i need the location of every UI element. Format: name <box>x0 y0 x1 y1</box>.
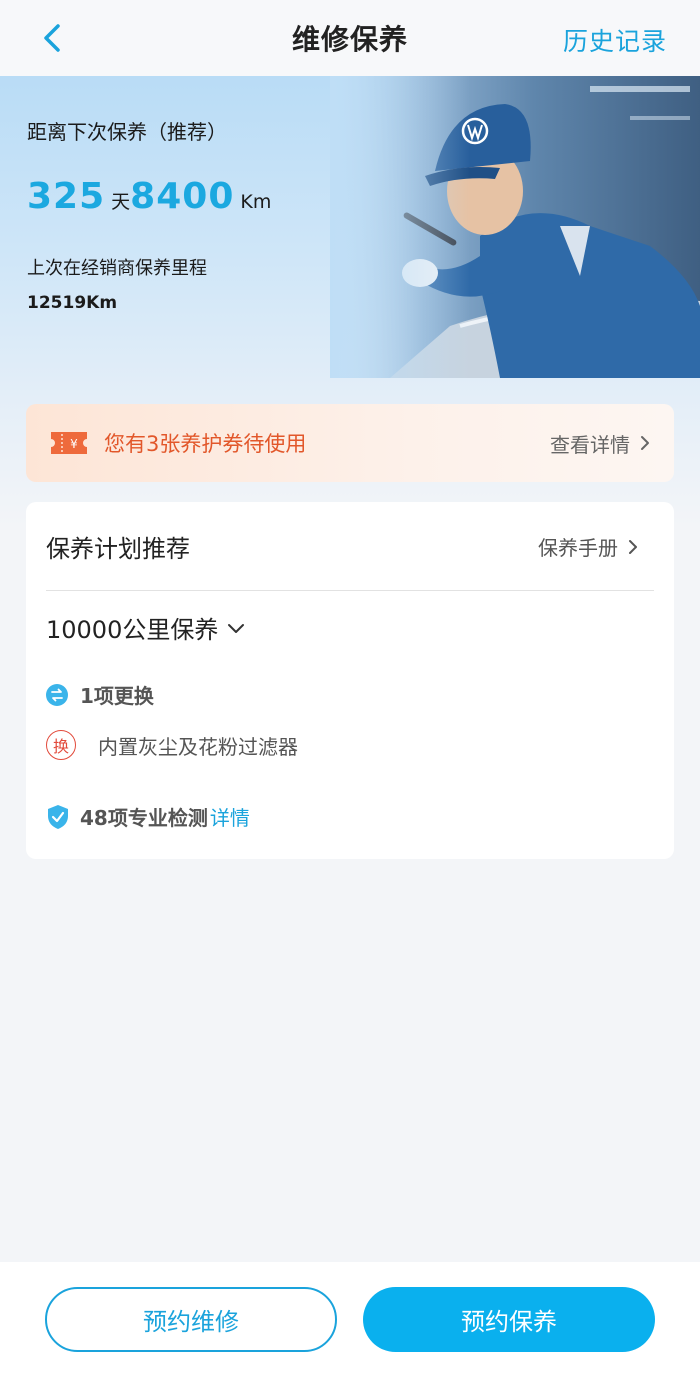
replace-summary: 1项更换 <box>46 680 154 709</box>
km-remaining: 8400 <box>130 176 235 217</box>
coupon-text: 您有3张养护券待使用 <box>104 432 307 456</box>
last-mileage-value: 12519Km <box>27 293 118 313</box>
inspection-details-link[interactable]: 详情 <box>210 802 250 831</box>
inspection-summary-label: 48项专业检测 <box>80 806 208 830</box>
swap-icon <box>46 683 68 706</box>
technician-photo <box>330 76 700 378</box>
page-title: 维修保养 <box>291 23 408 56</box>
days-unit: 天 <box>111 191 131 213</box>
maintenance-plan-card: 保养计划推荐 保养手册 10000公里保养 1项更换 换 内置灰尘及花粉过滤器 … <box>26 502 674 859</box>
book-repair-button[interactable]: 预约维修 <box>45 1287 337 1352</box>
history-records-link[interactable]: 历史记录 <box>563 22 667 58</box>
replace-item: 换 内置灰尘及花粉过滤器 <box>46 730 298 760</box>
chevron-right-icon <box>629 539 637 554</box>
coupon-details-link[interactable]: 查看详情 <box>550 429 652 458</box>
coupon-details-label: 查看详情 <box>550 432 630 457</box>
next-maintenance-label: 距离下次保养（推荐） <box>27 120 227 144</box>
chevron-down-icon <box>228 623 245 633</box>
chevron-right-icon <box>641 436 649 450</box>
manual-label: 保养手册 <box>538 536 618 560</box>
bottom-action-bar: 预约维修 预约保养 <box>0 1262 700 1378</box>
shield-check-icon <box>48 804 68 829</box>
coupon-banner[interactable]: ¥ 您有3张养护券待使用 查看详情 <box>26 404 674 482</box>
km-unit: Km <box>240 191 272 213</box>
coupon-ticket-icon: ¥ <box>51 432 87 454</box>
days-remaining: 325 <box>27 176 106 217</box>
svg-text:¥: ¥ <box>70 437 78 451</box>
divider <box>46 590 654 591</box>
top-nav-bar: 维修保养 历史记录 <box>0 0 700 76</box>
selected-plan-label: 10000公里保养 <box>46 616 219 644</box>
book-maintenance-button[interactable]: 预约保养 <box>363 1287 655 1352</box>
back-button[interactable] <box>36 22 68 54</box>
inspection-summary: 48项专业检测 详情 <box>46 802 250 831</box>
replace-summary-label: 1项更换 <box>80 684 154 708</box>
next-maintenance-stats: 325 天 8400 Km <box>27 176 271 217</box>
plan-selector-dropdown[interactable]: 10000公里保养 <box>46 610 246 645</box>
last-mileage-label: 上次在经销商保养里程 <box>27 258 207 279</box>
chevron-left-icon <box>44 24 60 52</box>
maintenance-manual-link[interactable]: 保养手册 <box>538 532 640 561</box>
plan-card-title: 保养计划推荐 <box>46 535 190 563</box>
replace-badge: 换 <box>46 730 76 760</box>
replace-item-label: 内置灰尘及花粉过滤器 <box>98 734 298 759</box>
